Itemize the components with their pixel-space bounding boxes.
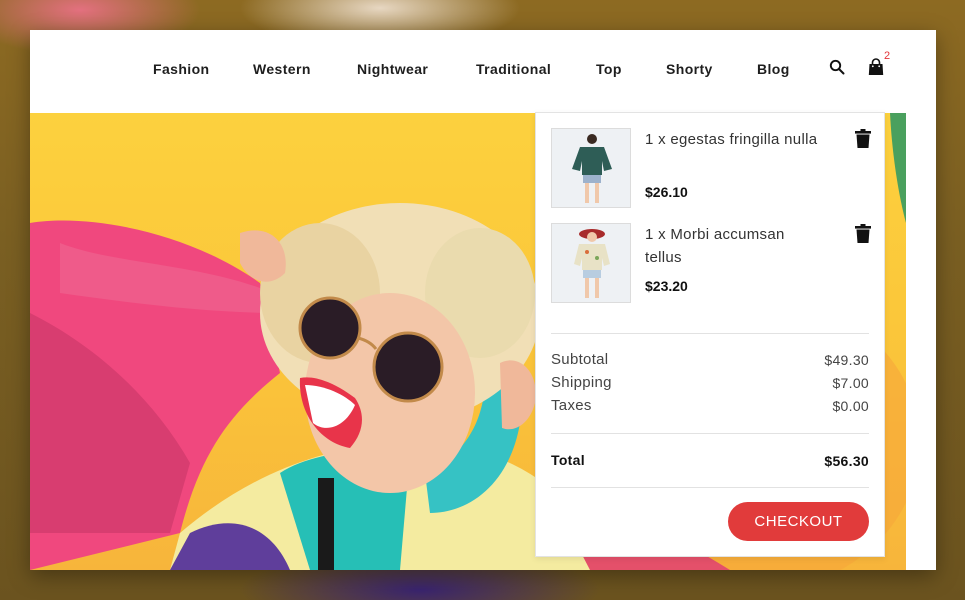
search-icon[interactable]: [829, 59, 845, 75]
green-top-model-photo: [552, 129, 630, 207]
shipping-value: $7.00: [832, 375, 869, 391]
subtotal-label: Subtotal: [551, 351, 609, 368]
shipping-label: Shipping: [551, 374, 612, 391]
nav-item-blog[interactable]: Blog: [757, 61, 790, 77]
shopping-bag-icon[interactable]: [868, 58, 884, 76]
taxes-value: $0.00: [832, 398, 869, 414]
cart-item-price: $23.20: [645, 278, 688, 294]
subtotal-row: Subtotal $49.30: [551, 351, 869, 371]
trash-icon[interactable]: [855, 129, 871, 148]
checkout-button[interactable]: CHECKOUT: [728, 502, 869, 541]
nav-item-nightwear[interactable]: Nightwear: [357, 61, 428, 77]
site-header: Fashion Western Nightwear Traditional To…: [30, 30, 936, 113]
floral-top-model-photo: [552, 224, 630, 302]
cart-item-price: $26.10: [645, 184, 688, 200]
product-thumbnail[interactable]: [551, 223, 631, 303]
cart-item: 1 x egestas fringilla nulla $26.10: [551, 128, 871, 213]
hero-side-gutter: [906, 113, 936, 570]
total-row: Total $56.30: [551, 452, 869, 472]
product-thumbnail[interactable]: [551, 128, 631, 208]
divider: [551, 433, 869, 434]
divider: [551, 333, 869, 334]
shipping-row: Shipping $7.00: [551, 374, 869, 394]
total-label: Total: [551, 452, 585, 468]
taxes-label: Taxes: [551, 397, 592, 414]
cart-item-name[interactable]: 1 x Morbi accumsan tellus: [645, 223, 825, 269]
nav-item-shorty[interactable]: Shorty: [666, 61, 713, 77]
subtotal-value: $49.30: [824, 352, 869, 368]
cart-count-badge: 2: [884, 50, 891, 62]
taxes-row: Taxes $0.00: [551, 397, 869, 417]
cart-item: 1 x Morbi accumsan tellus $23.20: [551, 223, 871, 308]
cart-dropdown: 1 x egestas fringilla nulla $26.10 1 x M…: [535, 112, 885, 557]
cart-item-name[interactable]: 1 x egestas fringilla nulla: [645, 128, 825, 151]
nav-item-traditional[interactable]: Traditional: [476, 61, 551, 77]
nav-item-top[interactable]: Top: [596, 61, 622, 77]
divider: [551, 487, 869, 488]
store-window: Fashion Western Nightwear Traditional To…: [30, 30, 936, 570]
nav-item-fashion[interactable]: Fashion: [153, 61, 209, 77]
total-value: $56.30: [824, 453, 869, 469]
nav-item-western[interactable]: Western: [253, 61, 311, 77]
trash-icon[interactable]: [855, 224, 871, 243]
